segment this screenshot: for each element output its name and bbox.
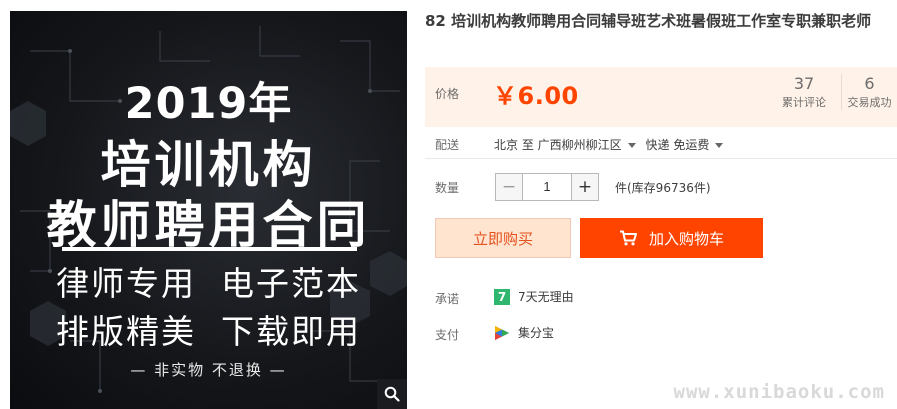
quantity-label: 数量 <box>435 181 460 195</box>
magnifier-icon <box>384 386 400 402</box>
shipping-from: 北京 至 <box>494 138 534 152</box>
review-count-stat[interactable]: 37 累计评论 <box>775 74 833 110</box>
shipping-method: 快递 免运费 <box>645 138 710 152</box>
payment-method-text: 集分宝 <box>518 326 555 340</box>
quantity-stepper: − 1 + <box>495 173 599 201</box>
cover-note: — 非实物 不退换 — <box>130 361 287 379</box>
price-value: ￥6.00 <box>493 82 579 110</box>
sales-count-stat: 6 交易成功 <box>841 74 897 110</box>
return-policy[interactable]: 7 7天无理由 <box>494 288 574 305</box>
shipping-destination-select[interactable]: 广西柳州柳江区 <box>538 138 646 152</box>
shipping-method-select[interactable]: 快递 免运费 <box>646 138 730 152</box>
cover-subtitle-line1: 律师专用 电子范本 <box>56 264 361 303</box>
shipping-value: 北京 至 广西柳州柳江区 快递 免运费 <box>494 136 729 153</box>
price-label: 价格 <box>435 87 460 101</box>
cover-subtitle-line2: 排版精美 下载即用 <box>56 312 361 351</box>
promise-label: 承诺 <box>435 292 460 306</box>
product-info-panel: 82 培训机构教师聘用合同辅导班艺术班暑假班工作室专职兼职老师 价格 ￥6.00… <box>425 11 897 342</box>
product-title: 82 培训机构教师聘用合同辅导班艺术班暑假班工作室专职兼职老师 <box>425 12 872 30</box>
quantity-input[interactable]: 1 <box>523 173 571 201</box>
product-main-image[interactable]: 2019年 培训机构 教师聘用合同 律师专用 电子范本 排版精美 下载即用 — … <box>10 11 407 409</box>
sales-count: 6 <box>864 74 875 93</box>
shipping-destination: 广西柳州柳江区 <box>537 138 622 152</box>
review-count-label: 累计评论 <box>782 96 826 109</box>
payment-method[interactable]: 集分宝 <box>494 324 554 341</box>
shopping-cart-icon <box>619 230 637 246</box>
section-divider <box>425 158 897 159</box>
sales-count-label: 交易成功 <box>847 96 892 109</box>
chevron-down-icon <box>715 142 724 148</box>
buy-now-label: 立即购买 <box>472 229 533 248</box>
site-watermark: www.xunibaoku.com <box>673 381 885 403</box>
price-panel: 价格 ￥6.00 37 累计评论 6 交易成功 <box>425 67 897 127</box>
stock-info: 件(库存96736件) <box>615 181 711 195</box>
add-to-cart-label: 加入购物车 <box>648 229 724 248</box>
quantity-increase-button[interactable]: + <box>571 173 599 201</box>
buy-now-button[interactable]: 立即购买 <box>435 218 571 258</box>
seven-day-return-icon: 7 <box>494 288 510 305</box>
zoom-button[interactable] <box>377 379 407 409</box>
add-to-cart-button[interactable]: 加入购物车 <box>580 218 763 258</box>
cover-year: 2019年 <box>124 79 293 129</box>
review-count: 37 <box>793 74 815 93</box>
chevron-down-icon <box>627 142 636 148</box>
shipping-label: 配送 <box>435 138 460 152</box>
return-policy-text: 7天无理由 <box>518 290 574 304</box>
jifenbao-icon <box>495 325 509 340</box>
payment-label: 支付 <box>435 328 460 342</box>
cover-divider <box>62 247 357 251</box>
quantity-decrease-button[interactable]: − <box>495 173 523 201</box>
